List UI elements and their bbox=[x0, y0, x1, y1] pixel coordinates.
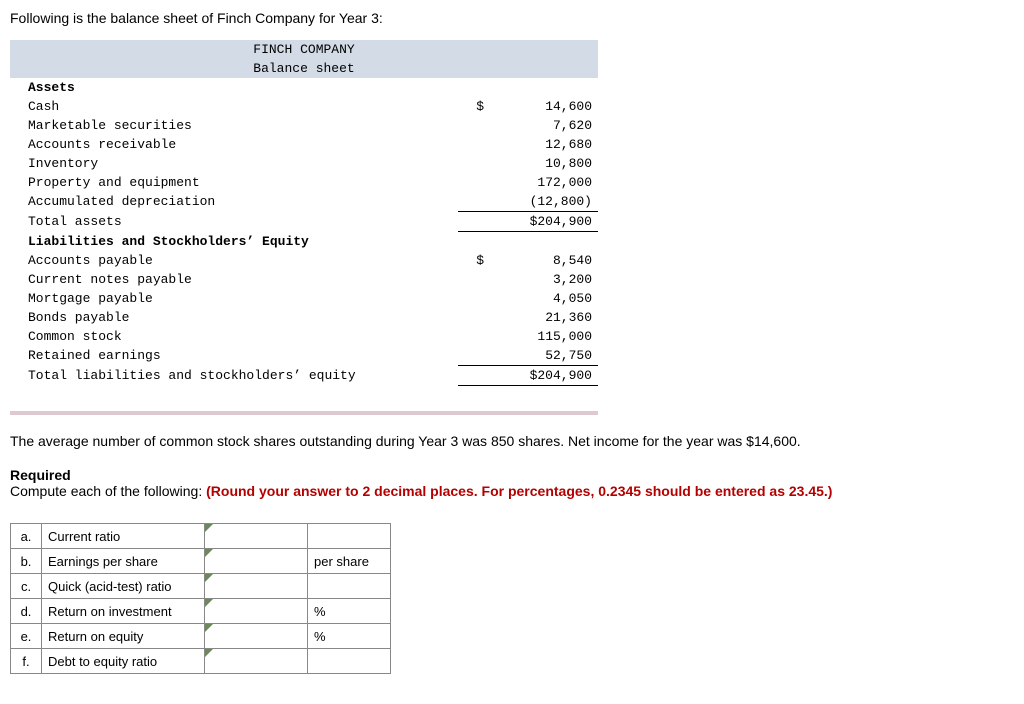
total-liab-value: $204,900 bbox=[490, 366, 598, 386]
row-label: Accounts receivable bbox=[10, 135, 458, 154]
required-heading: Required bbox=[10, 467, 1014, 483]
row-value: 52,750 bbox=[490, 346, 598, 366]
answer-row: c. Quick (acid-test) ratio bbox=[11, 574, 391, 599]
row-label: Accounts payable bbox=[10, 251, 458, 270]
answer-input[interactable] bbox=[205, 624, 308, 649]
answer-table: a. Current ratio b. Earnings per share p… bbox=[10, 523, 391, 674]
row-value: 12,680 bbox=[490, 135, 598, 154]
row-value: 172,000 bbox=[490, 173, 598, 192]
answer-letter: c. bbox=[11, 574, 42, 599]
dollar-sign: $ bbox=[458, 97, 490, 116]
row-label: Mortgage payable bbox=[10, 289, 458, 308]
answer-unit: per share bbox=[308, 549, 391, 574]
dollar-sign: $ bbox=[458, 251, 490, 270]
assets-header: Assets bbox=[10, 78, 458, 97]
answer-letter: d. bbox=[11, 599, 42, 624]
notes-text: The average number of common stock share… bbox=[10, 433, 1014, 449]
intro-text: Following is the balance sheet of Finch … bbox=[10, 10, 1014, 26]
answer-letter: a. bbox=[11, 524, 42, 549]
answer-input[interactable] bbox=[205, 549, 308, 574]
answer-unit bbox=[308, 649, 391, 674]
total-liab-label: Total liabilities and stockholders’ equi… bbox=[10, 366, 458, 386]
bs-title: Balance sheet bbox=[10, 59, 598, 78]
required-red: (Round your answer to 2 decimal places. … bbox=[206, 483, 832, 499]
answer-unit bbox=[308, 524, 391, 549]
row-label: Accumulated depreciation bbox=[10, 192, 458, 212]
answer-row: a. Current ratio bbox=[11, 524, 391, 549]
row-label: Bonds payable bbox=[10, 308, 458, 327]
balance-sheet-table: FINCH COMPANY Balance sheet Assets Cash$… bbox=[10, 40, 598, 415]
row-value: 115,000 bbox=[490, 327, 598, 346]
answer-letter: b. bbox=[11, 549, 42, 574]
row-label: Current notes payable bbox=[10, 270, 458, 289]
answer-input[interactable] bbox=[205, 599, 308, 624]
answer-name: Earnings per share bbox=[42, 549, 205, 574]
row-value: 10,800 bbox=[490, 154, 598, 173]
row-label: Property and equipment bbox=[10, 173, 458, 192]
answer-name: Current ratio bbox=[42, 524, 205, 549]
answer-unit bbox=[308, 574, 391, 599]
row-label: Marketable securities bbox=[10, 116, 458, 135]
row-value: 21,360 bbox=[490, 308, 598, 327]
row-value: 3,200 bbox=[490, 270, 598, 289]
row-label: Retained earnings bbox=[10, 346, 458, 366]
liab-header: Liabilities and Stockholders’ Equity bbox=[10, 232, 458, 252]
row-label: Inventory bbox=[10, 154, 458, 173]
answer-name: Return on investment bbox=[42, 599, 205, 624]
row-value: (12,800) bbox=[490, 192, 598, 212]
answer-unit: % bbox=[308, 599, 391, 624]
answer-name: Return on equity bbox=[42, 624, 205, 649]
answer-letter: f. bbox=[11, 649, 42, 674]
answer-row: e. Return on equity % bbox=[11, 624, 391, 649]
answer-name: Debt to equity ratio bbox=[42, 649, 205, 674]
answer-input[interactable] bbox=[205, 524, 308, 549]
answer-name: Quick (acid-test) ratio bbox=[42, 574, 205, 599]
required-pre: Compute each of the following: bbox=[10, 483, 206, 499]
bs-company: FINCH COMPANY bbox=[10, 40, 598, 59]
row-label: Common stock bbox=[10, 327, 458, 346]
answer-row: b. Earnings per share per share bbox=[11, 549, 391, 574]
required-instructions: Compute each of the following: (Round yo… bbox=[10, 483, 1014, 499]
total-assets-label: Total assets bbox=[10, 212, 458, 232]
row-label: Cash bbox=[10, 97, 458, 116]
answer-row: d. Return on investment % bbox=[11, 599, 391, 624]
total-assets-value: $204,900 bbox=[490, 212, 598, 232]
answer-input[interactable] bbox=[205, 649, 308, 674]
answer-input[interactable] bbox=[205, 574, 308, 599]
row-value: 8,540 bbox=[490, 251, 598, 270]
answer-letter: e. bbox=[11, 624, 42, 649]
row-value: 7,620 bbox=[490, 116, 598, 135]
row-value: 14,600 bbox=[490, 97, 598, 116]
answer-unit: % bbox=[308, 624, 391, 649]
answer-row: f. Debt to equity ratio bbox=[11, 649, 391, 674]
row-value: 4,050 bbox=[490, 289, 598, 308]
